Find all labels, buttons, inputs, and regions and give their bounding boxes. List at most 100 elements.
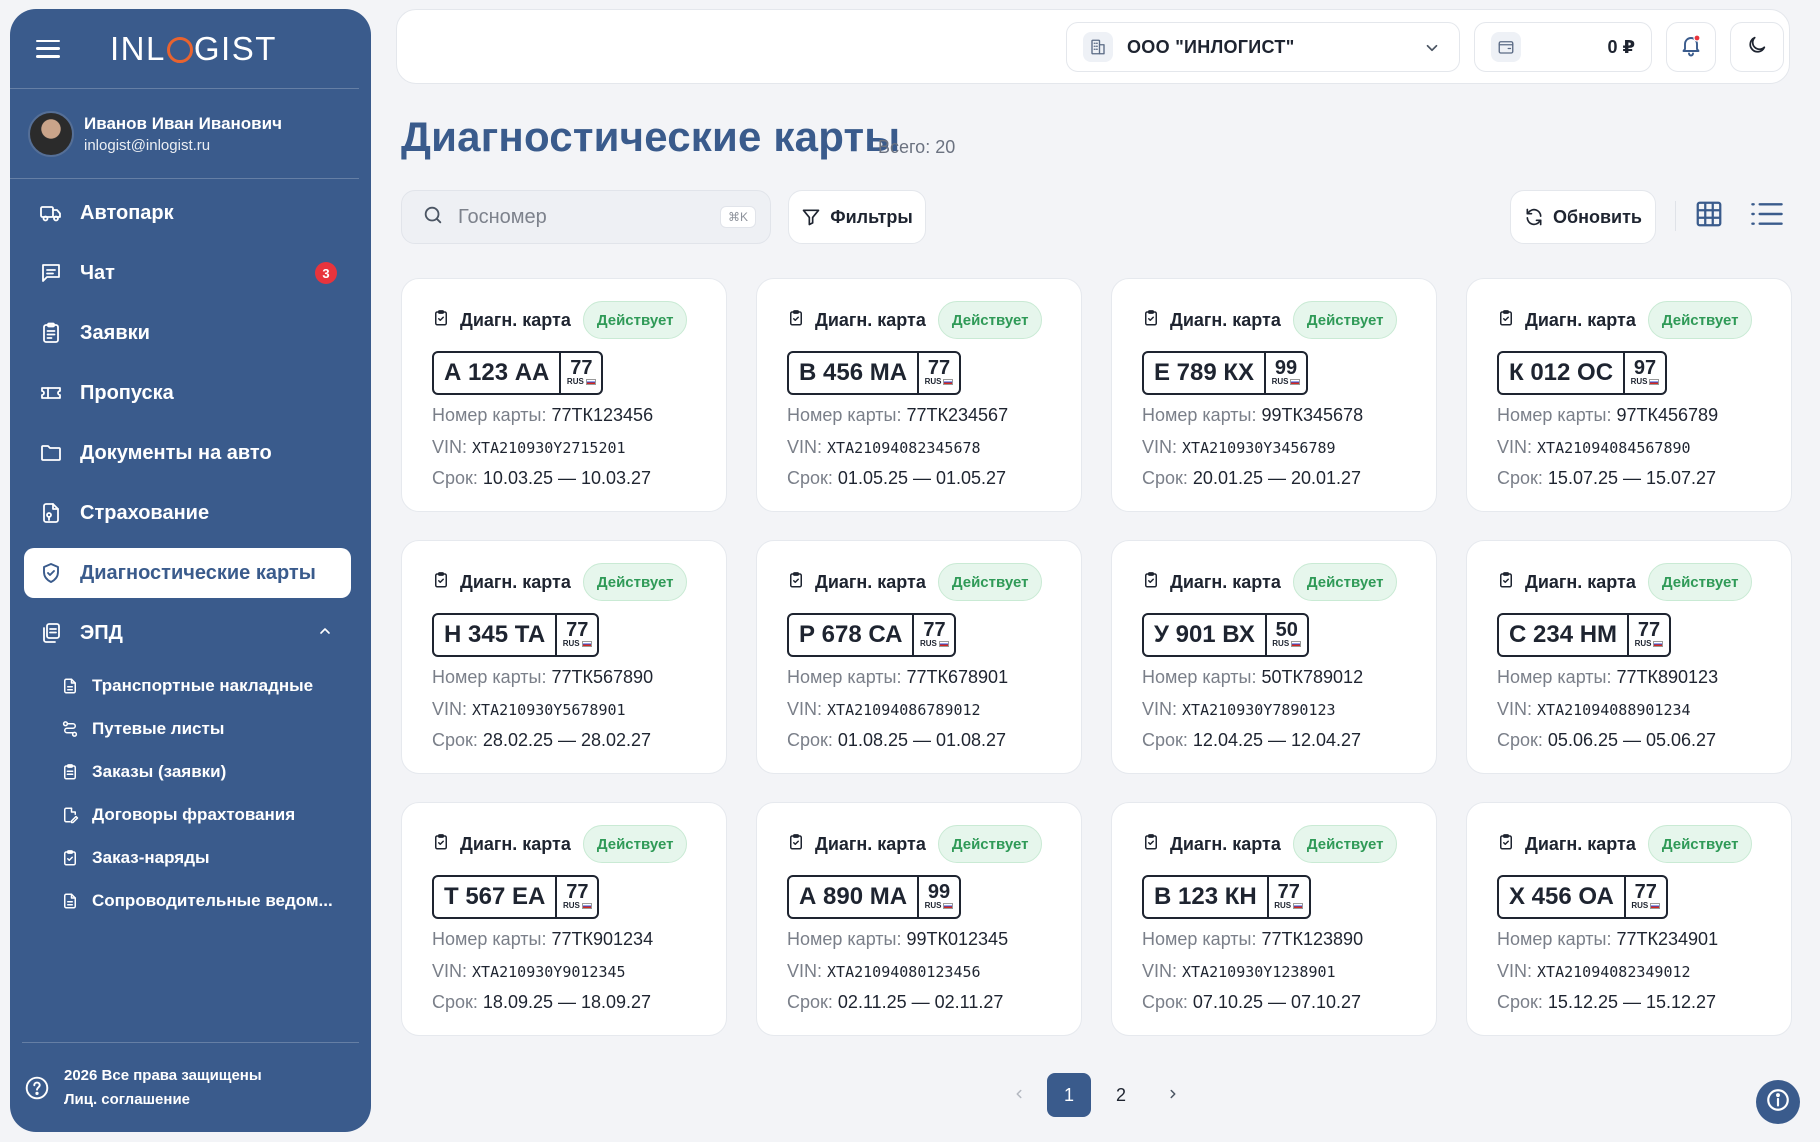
logo[interactable]: INL GIST — [110, 30, 277, 68]
diagnostic-card[interactable]: Диагн. карта Действует А 890 МА 99 RUS Н… — [756, 802, 1082, 1036]
sidebar-subitem-work-orders[interactable]: Заказ-наряды — [60, 840, 351, 876]
term-value: 01.08.25 — 01.08.27 — [837, 730, 1007, 750]
wallet-icon — [1491, 32, 1521, 62]
building-icon — [1083, 32, 1113, 62]
term-value: 10.03.25 — 10.03.27 — [482, 468, 652, 488]
sidebar-item-autopark[interactable]: Автопарк — [24, 188, 351, 238]
plate-country: RUS — [920, 639, 937, 648]
card-title: Диагн. карта — [815, 833, 926, 854]
sidebar-subitem-orders[interactable]: Заказы (заявки) — [60, 754, 351, 790]
vin-value: XTA21094082349012 — [1537, 963, 1691, 981]
sidebar-item-label: ЭПД — [80, 621, 123, 644]
vin-value: XTA21094086789012 — [827, 701, 981, 719]
sidebar-subitem-label: Заказ-наряды — [92, 848, 210, 867]
card-number-row: Номер карты: 77ТК123890 — [1142, 929, 1436, 950]
term-row: Срок: 07.10.25 — 07.10.27 — [1142, 992, 1436, 1013]
vin-value: XTA21094088901234 — [1537, 701, 1691, 719]
diagnostic-card[interactable]: Диагн. карта Действует Е 789 КХ 99 RUS Н… — [1111, 278, 1437, 512]
diagnostic-card[interactable]: Диагн. карта Действует Х 456 ОА 77 RUS Н… — [1466, 802, 1792, 1036]
license-plate: В 123 КН 77 RUS — [1142, 875, 1311, 919]
chevron-up-icon[interactable] — [317, 622, 333, 645]
sidebar-subitem-waybills[interactable]: Транспортные накладные — [60, 668, 351, 704]
notifications-button[interactable] — [1666, 22, 1716, 72]
user-profile[interactable]: Иванов Иван Иванович inlogist@inlogist.r… — [10, 89, 359, 179]
term-row: Срок: 01.05.25 — 01.05.27 — [787, 468, 1081, 489]
diagnostic-card[interactable]: Диагн. карта Действует Т 567 ЕА 77 RUS Н… — [401, 802, 727, 1036]
term-row: Срок: 10.03.25 — 10.03.27 — [432, 468, 726, 489]
card-title: Диагн. карта — [460, 833, 571, 854]
filters-label: Фильтры — [830, 206, 913, 227]
sidebar-subitem-route-sheets[interactable]: Путевые листы — [60, 711, 351, 747]
search-input[interactable] — [458, 205, 698, 229]
diagnostic-card[interactable]: Диагн. карта Действует В 123 КН 77 RUS Н… — [1111, 802, 1437, 1036]
filters-button[interactable]: Фильтры — [788, 190, 926, 244]
user-name: Иванов Иван Иванович — [84, 113, 282, 133]
diagnostic-card[interactable]: Диагн. карта Действует С 234 НМ 77 RUS Н… — [1466, 540, 1792, 774]
refresh-button[interactable]: Обновить — [1510, 190, 1656, 244]
search-icon — [422, 204, 444, 231]
help-circle-icon[interactable] — [24, 1075, 50, 1101]
card-number-row: Номер карты: 77ТК234901 — [1497, 929, 1791, 950]
diagnostic-card[interactable]: Диагн. карта Действует Р 678 СА 77 RUS Н… — [756, 540, 1082, 774]
pagination-prev[interactable] — [1006, 1073, 1032, 1117]
card-title: Диагн. карта — [815, 571, 926, 592]
vin-row: VIN: XTA210930Y2715201 — [432, 437, 726, 458]
vin-label: VIN: — [1497, 437, 1533, 457]
term-row: Срок: 28.02.25 — 28.02.27 — [432, 730, 726, 751]
clipboard-check-icon — [787, 309, 805, 332]
term-label: Срок: — [1142, 468, 1188, 488]
card-number: 97ТК456789 — [1616, 405, 1719, 425]
plate-region: 99 — [927, 881, 951, 903]
vin-row: VIN: XTA210930Y9012345 — [432, 961, 726, 982]
clipboard-check-icon — [1142, 833, 1160, 856]
pagination-page-2[interactable]: 2 — [1099, 1073, 1143, 1117]
pagination-page-1[interactable]: 1 — [1047, 1073, 1091, 1117]
sidebar-item-passes[interactable]: Пропуска — [24, 368, 351, 418]
plate-region: 77 — [566, 619, 589, 641]
clipboard-check-icon — [787, 833, 805, 856]
sidebar-item-epd[interactable]: ЭПД — [24, 608, 351, 658]
card-number-row: Номер карты: 77ТК890123 — [1497, 667, 1791, 688]
sidebar-item-label: Заявки — [80, 321, 150, 344]
grid-view-button[interactable] — [1689, 196, 1729, 236]
sidebar-item-label: Автопарк — [80, 201, 174, 224]
vin-value: XTA210930Y7890123 — [1182, 701, 1336, 719]
theme-toggle-button[interactable] — [1730, 22, 1784, 72]
vin-value: XTA210930Y3456789 — [1182, 439, 1336, 457]
plate-number: К 012 ОС — [1499, 353, 1626, 393]
card-number-label: Номер карты: — [432, 929, 547, 949]
clipboard-check-icon — [787, 571, 805, 594]
info-button[interactable] — [1756, 1080, 1800, 1124]
company-selector[interactable]: ООО "ИНЛОГИСТ" — [1066, 22, 1460, 72]
sidebar-subitem-accompanying-sheets[interactable]: Сопроводительные ведом... — [60, 883, 351, 919]
menu-icon[interactable] — [36, 39, 60, 58]
balance-widget[interactable]: 0 ₽ — [1474, 22, 1652, 72]
sidebar-item-insurance[interactable]: Страхование — [24, 488, 351, 538]
term-value: 28.02.25 — 28.02.27 — [482, 730, 652, 750]
sidebar-nav: Автопарк Чат 3 Заявки Пропуска Документы… — [10, 188, 371, 919]
diagnostic-card[interactable]: Диагн. карта Действует А 123 АА 77 RUS Н… — [401, 278, 727, 512]
plate-number: Т 567 ЕА — [434, 877, 558, 917]
diagnostic-card[interactable]: Диагн. карта Действует У 901 ВХ 50 RUS Н… — [1111, 540, 1437, 774]
sidebar-item-chat[interactable]: Чат 3 — [24, 248, 351, 298]
card-number-label: Номер карты: — [1142, 929, 1257, 949]
license-agreement-link[interactable]: Лиц. соглашение — [64, 1088, 262, 1112]
term-row: Срок: 18.09.25 — 18.09.27 — [432, 992, 726, 1013]
card-title: Диагн. карта — [1170, 833, 1281, 854]
vin-value: XTA210930Y9012345 — [472, 963, 626, 981]
diagnostic-card[interactable]: Диагн. карта Действует В 456 МА 77 RUS Н… — [756, 278, 1082, 512]
vin-row: VIN: XTA210930Y3456789 — [1142, 437, 1436, 458]
sidebar-item-vehicle-docs[interactable]: Документы на авто — [24, 428, 351, 478]
sidebar-subitem-charter-contracts[interactable]: Договоры фрахтования — [60, 797, 351, 833]
contract-icon — [60, 805, 80, 825]
term-value: 07.10.25 — 07.10.27 — [1192, 992, 1362, 1012]
documents-icon — [38, 620, 64, 646]
diagnostic-card[interactable]: Диагн. карта Действует К 012 ОС 97 RUS Н… — [1466, 278, 1792, 512]
list-view-button[interactable] — [1747, 196, 1787, 236]
sidebar-item-diagnostic-cards[interactable]: Диагностические карты — [24, 548, 351, 598]
pagination-next[interactable] — [1160, 1073, 1186, 1117]
diagnostic-card[interactable]: Диагн. карта Действует Н 345 ТА 77 RUS Н… — [401, 540, 727, 774]
term-label: Срок: — [432, 468, 478, 488]
sidebar-item-requests[interactable]: Заявки — [24, 308, 351, 358]
card-number-label: Номер карты: — [1142, 405, 1257, 425]
